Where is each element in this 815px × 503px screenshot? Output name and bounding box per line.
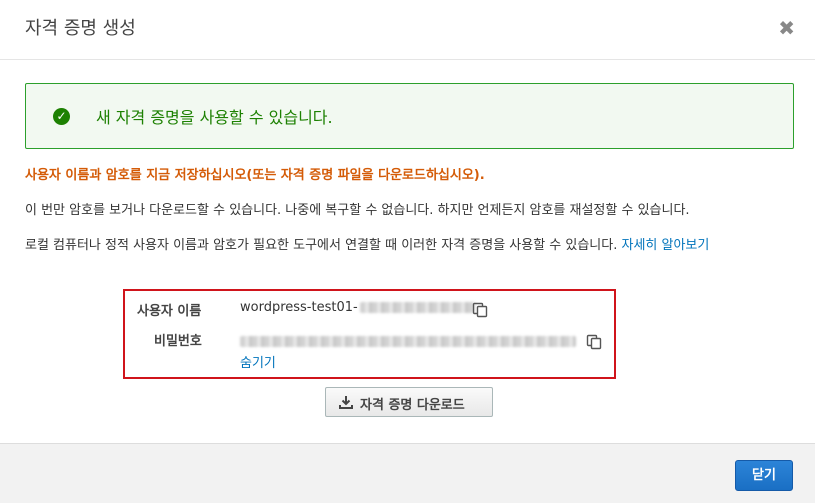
- modal-header: 자격 증명 생성 ✖: [0, 0, 815, 60]
- save-warning: 사용자 이름과 암호를 지금 저장하십시오(또는 자격 증명 파일을 다운로드하…: [25, 168, 485, 183]
- download-credentials-button[interactable]: 자격 증명 다운로드: [325, 387, 493, 417]
- info-usage-text: 로컬 컴퓨터나 정적 사용자 이름과 암호가 필요한 도구에서 연결할 때 이러…: [25, 238, 618, 253]
- download-icon: [339, 396, 353, 409]
- username-label: 사용자 이름: [137, 304, 202, 319]
- modal-title: 자격 증명 생성: [25, 18, 136, 39]
- info-text-usage: 로컬 컴퓨터나 정적 사용자 이름과 암호가 필요한 도구에서 연결할 때 이러…: [25, 236, 795, 256]
- info-text-once: 이 번만 암호를 보거나 다운로드할 수 있습니다. 나중에 복구할 수 없습니…: [25, 203, 690, 218]
- success-alert: ✓ 새 자격 증명을 사용할 수 있습니다.: [25, 83, 794, 149]
- check-circle-icon: ✓: [53, 108, 70, 125]
- password-label: 비밀번호: [154, 334, 202, 349]
- username-redacted: [359, 302, 476, 313]
- hide-password-link[interactable]: 숨기기: [240, 352, 276, 371]
- copy-icon[interactable]: [472, 302, 488, 318]
- username-value: wordpress-test01-: [240, 300, 476, 315]
- username-text: wordpress-test01-: [240, 300, 358, 315]
- learn-more-link[interactable]: 자세히 알아보기: [622, 238, 710, 253]
- success-message: 새 자격 증명을 사용할 수 있습니다.: [96, 108, 333, 127]
- modal-footer: 닫기: [0, 443, 815, 503]
- copy-icon[interactable]: [586, 334, 602, 350]
- close-icon[interactable]: ✖: [778, 16, 795, 40]
- password-redacted: [240, 336, 576, 347]
- download-button-label: 자격 증명 다운로드: [360, 398, 465, 413]
- close-button[interactable]: 닫기: [735, 460, 793, 491]
- credentials-box: 사용자 이름 wordpress-test01- 비밀번호 숨기기: [123, 289, 616, 379]
